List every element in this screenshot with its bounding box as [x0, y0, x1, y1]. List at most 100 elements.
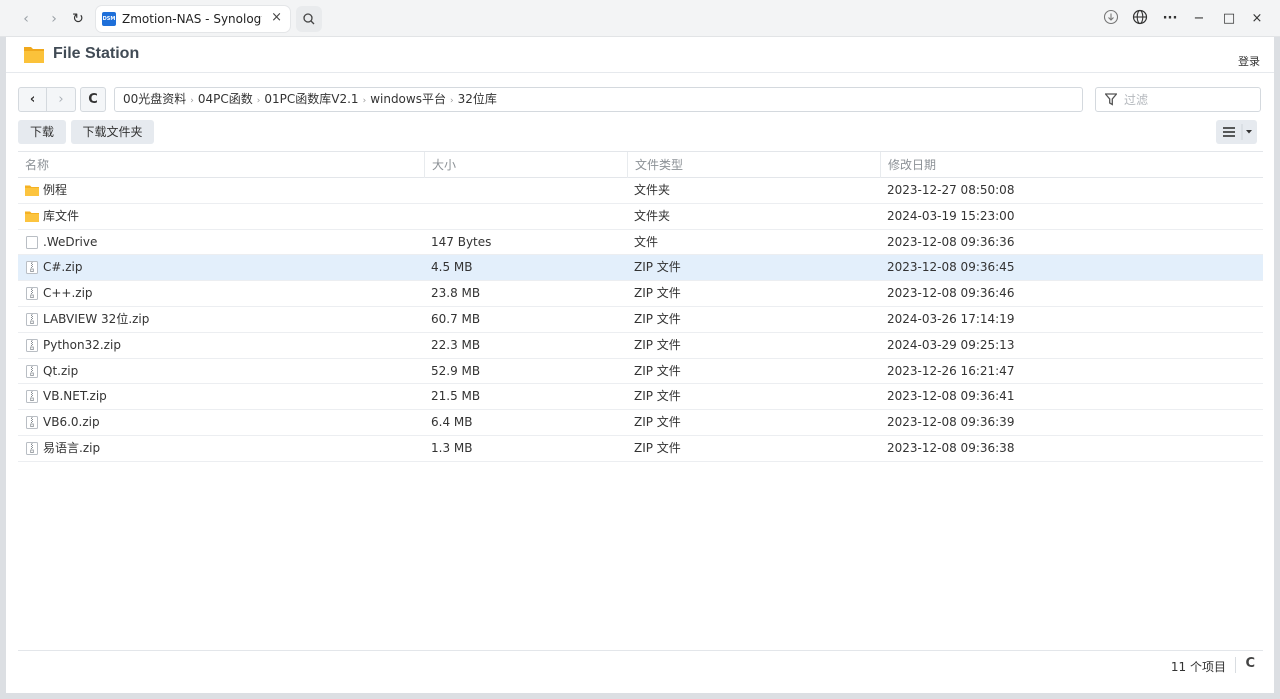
- column-header-date[interactable]: 修改日期: [881, 152, 1263, 178]
- file-date: 2023-12-08 09:36:41: [887, 389, 1015, 404]
- file-name: 库文件: [43, 208, 80, 223]
- file-type: ZIP 文件: [634, 311, 681, 326]
- table-row[interactable]: C#.zip 4.5 MB ZIP 文件 2023-12-08 09:36:45: [18, 255, 1263, 282]
- table-row[interactable]: Qt.zip 52.9 MB ZIP 文件 2023-12-26 16:21:47: [18, 359, 1263, 385]
- file-date: 2024-03-19 15:23:00: [887, 208, 1015, 223]
- breadcrumb: 00光盘资料 › 04PC函数 › 01PC函数库V2.1 › windows平台 › 32位库: [114, 87, 1083, 112]
- back-button[interactable]: ‹: [19, 88, 47, 111]
- file-type: 文件夹: [634, 183, 671, 197]
- table-row[interactable]: VB6.0.zip 6.4 MB ZIP 文件 2023-12-08 09:36:39: [18, 410, 1263, 436]
- file-name: Qt.zip: [43, 363, 79, 378]
- minimize-button[interactable]: −: [1189, 9, 1209, 29]
- breadcrumb-separator-icon: ›: [362, 96, 367, 106]
- file-date: 2023-12-26 16:21:47: [887, 363, 1015, 378]
- file-date: 2023-12-08 09:36:38: [887, 440, 1015, 455]
- zip-file-icon: [25, 416, 39, 430]
- search-icon: [303, 13, 315, 25]
- zip-file-icon: [25, 390, 39, 404]
- dsm-favicon-icon: DSM: [102, 12, 116, 26]
- file-size: 23.8 MB: [431, 286, 481, 301]
- list-view-icon: [1223, 124, 1252, 140]
- browser-tab[interactable]: DSM Zmotion-NAS - Synology N ×: [96, 6, 290, 32]
- maximize-button[interactable]: □: [1219, 9, 1239, 29]
- more-icon[interactable]: ···: [1160, 9, 1180, 29]
- downloads-icon[interactable]: [1101, 9, 1121, 29]
- folder-icon: [25, 210, 39, 223]
- breadcrumb-separator-icon: ›: [449, 96, 454, 106]
- file-name: .WeDrive: [43, 234, 98, 249]
- column-header-size[interactable]: 大小: [425, 152, 628, 178]
- file-name: C++.zip: [43, 286, 93, 301]
- file-name: LABVIEW 32位.zip: [43, 311, 150, 326]
- file-date: 2023-12-08 09:36:46: [887, 286, 1015, 301]
- breadcrumb-item[interactable]: 00光盘资料: [123, 92, 186, 106]
- file-name: C#.zip: [43, 260, 83, 275]
- table-row[interactable]: LABVIEW 32位.zip 60.7 MB ZIP 文件 2024-03-26 1…: [18, 307, 1263, 333]
- column-header-name[interactable]: 名称: [18, 152, 425, 178]
- item-count: 11 个项目: [1170, 660, 1226, 674]
- footer-refresh-button[interactable]: C: [1245, 656, 1255, 671]
- tab-close-icon[interactable]: ×: [271, 10, 282, 25]
- filter-box[interactable]: [1095, 87, 1261, 112]
- file-type: 文件夹: [634, 208, 671, 223]
- breadcrumb-item[interactable]: 01PC函数库V2.1: [264, 92, 358, 106]
- breadcrumb-item[interactable]: windows平台: [370, 92, 446, 106]
- breadcrumb-item[interactable]: 32位库: [458, 92, 497, 106]
- view-mode-button[interactable]: [1216, 120, 1257, 144]
- file-date: 2023-12-08 09:36:45: [887, 260, 1015, 275]
- app-title: File Station: [53, 45, 140, 62]
- table-row[interactable]: Python32.zip 22.3 MB ZIP 文件 2024-03-29 09:2…: [18, 333, 1263, 359]
- zip-file-icon: [25, 312, 39, 326]
- file-type: ZIP 文件: [634, 286, 681, 301]
- tab-search-button[interactable]: [296, 6, 322, 32]
- file-type: ZIP 文件: [634, 260, 681, 275]
- zip-file-icon: [25, 287, 39, 301]
- browser-reload-button[interactable]: ↻: [68, 9, 88, 29]
- file-name: VB.NET.zip: [43, 389, 107, 404]
- status-footer: 11 个项目 C: [18, 650, 1263, 678]
- filter-input[interactable]: [1124, 89, 1254, 110]
- app-header: File Station 登录: [6, 37, 1274, 73]
- zip-file-icon: [25, 441, 39, 455]
- file-date: 2024-03-29 09:25:13: [887, 337, 1015, 352]
- file-date: 2023-12-08 09:36:39: [887, 415, 1015, 430]
- close-window-button[interactable]: ×: [1247, 9, 1267, 29]
- file-size: 147 Bytes: [431, 234, 492, 249]
- table-row[interactable]: 易语言.zip 1.3 MB ZIP 文件 2023-12-08 09:36:38: [18, 436, 1263, 462]
- file-size: 6.4 MB: [431, 415, 473, 430]
- forward-button[interactable]: ›: [47, 88, 75, 111]
- file-type: ZIP 文件: [634, 337, 681, 352]
- column-header-type[interactable]: 文件类型: [628, 152, 881, 178]
- file-size: 21.5 MB: [431, 389, 481, 404]
- file-list-header: 名称 大小 文件类型 修改日期: [18, 151, 1263, 178]
- breadcrumb-item[interactable]: 04PC函数: [198, 92, 253, 106]
- file-type: ZIP 文件: [634, 415, 681, 430]
- download-button[interactable]: 下载: [18, 120, 66, 144]
- file-size: 52.9 MB: [431, 363, 481, 378]
- filter-icon: [1105, 93, 1117, 106]
- file-date: 2023-12-27 08:50:08: [887, 183, 1015, 197]
- file-size: 22.3 MB: [431, 337, 481, 352]
- file-name: 易语言.zip: [43, 440, 101, 455]
- login-link[interactable]: 登录: [1238, 53, 1260, 69]
- file-date: 2024-03-26 17:14:19: [887, 311, 1015, 326]
- globe-icon[interactable]: [1130, 9, 1150, 29]
- file-list: 名称 大小 文件类型 修改日期 例程 文件夹 2023-12-27 08:50:08…: [18, 151, 1263, 462]
- file-size: 1.3 MB: [431, 440, 473, 455]
- breadcrumb-separator-icon: ›: [256, 96, 261, 106]
- browser-toolbar: ‹ › ↻ DSM Zmotion-NAS - Synology N × ···…: [0, 0, 1280, 37]
- file-name: 例程: [43, 183, 68, 197]
- file-type: 文件: [634, 234, 659, 249]
- download-folder-button[interactable]: 下载文件夹: [71, 120, 154, 144]
- table-row[interactable]: VB.NET.zip 21.5 MB ZIP 文件 2023-12-08 09:36:…: [18, 384, 1263, 411]
- file-name: Python32.zip: [43, 337, 121, 352]
- table-row[interactable]: C++.zip 23.8 MB ZIP 文件 2023-12-08 09:36:46: [18, 281, 1263, 307]
- tab-title: Zmotion-NAS - Synology N: [122, 12, 262, 26]
- browser-forward-button[interactable]: ›: [44, 9, 64, 29]
- table-row[interactable]: 例程 文件夹 2023-12-27 08:50:08: [18, 178, 1263, 204]
- browser-back-button[interactable]: ‹: [16, 9, 36, 29]
- table-row[interactable]: 库文件 文件夹 2024-03-19 15:23:00: [18, 204, 1263, 230]
- table-row[interactable]: .WeDrive 147 Bytes 文件 2023-12-08 09:36:36: [18, 230, 1263, 256]
- refresh-button[interactable]: C: [80, 87, 106, 112]
- file-size: 60.7 MB: [431, 311, 481, 326]
